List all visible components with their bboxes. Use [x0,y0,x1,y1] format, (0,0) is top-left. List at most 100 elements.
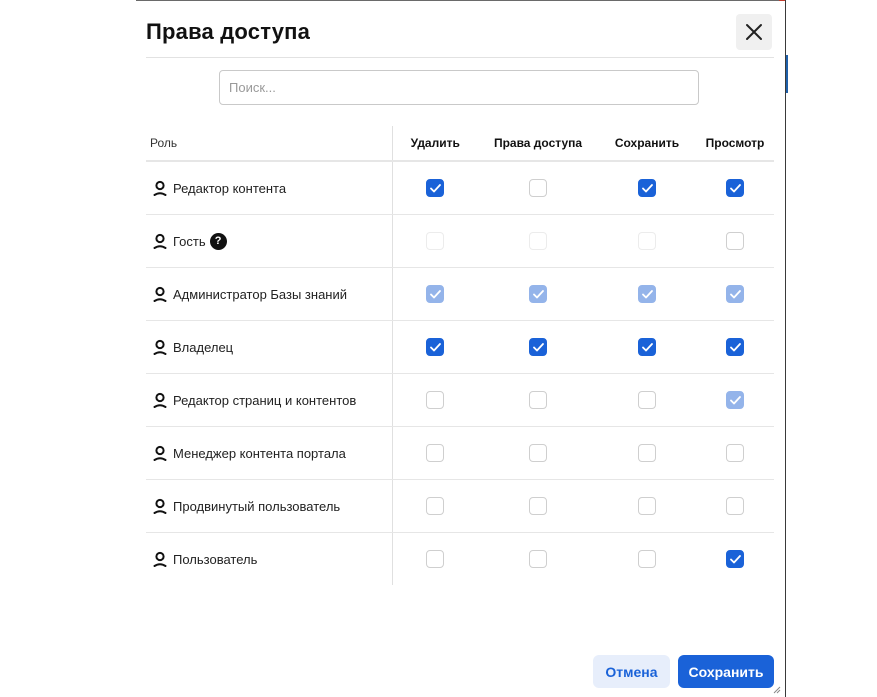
user-icon [153,498,167,514]
permission-cell-access [478,533,598,586]
header-divider [146,57,774,58]
checkbox-view[interactable] [726,496,744,515]
checkbox-view[interactable] [726,549,744,568]
permission-cell-delete [392,373,478,427]
checkbox-delete[interactable] [426,390,445,409]
checkbox-delete[interactable] [426,496,445,515]
checkbox-access[interactable] [529,549,547,568]
checkbox-delete[interactable] [426,337,445,356]
user-icon [153,339,167,355]
permission-cell-view [696,320,774,374]
permission-cell-delete [392,426,478,480]
permission-cell-view [696,479,774,533]
permission-cell-access [478,373,598,427]
checkbox-access[interactable] [529,337,547,356]
checkbox-delete[interactable] [426,178,445,197]
permission-cell-save [598,214,696,268]
role-label: Владелец [173,339,234,355]
permission-cell-access [478,214,598,268]
permission-cell-access [478,161,598,215]
role-label: Редактор страниц и контентов [173,392,357,408]
permission-cell-access [478,267,598,321]
user-icon [153,392,167,408]
role-cell: Редактор страниц и контентов [146,373,393,427]
checkbox-save[interactable] [638,337,656,356]
permission-cell-view [696,533,774,586]
checkbox-save[interactable] [638,549,656,568]
column-header-delete: Удалить [392,126,478,162]
checkbox-access[interactable] [529,390,547,409]
checkbox-save [638,284,656,303]
checkbox-view[interactable] [726,231,744,250]
column-header-access: Права доступа [478,126,598,162]
checkbox-access[interactable] [529,443,547,462]
checkbox-save[interactable] [638,178,656,197]
close-icon [746,24,762,40]
checkbox-save[interactable] [638,443,656,462]
checkbox-save[interactable] [638,390,656,409]
checkbox-delete[interactable] [426,549,445,568]
table-row: Гость? [146,214,774,268]
checkbox-access [529,231,547,250]
checkbox-access [529,284,547,303]
user-icon [153,286,167,302]
permission-cell-delete [392,214,478,268]
role-cell: Владелец [146,320,393,374]
cancel-button[interactable]: Отмена [593,655,670,688]
role-label: Администратор Базы знаний [173,286,348,302]
table-row: Продвинутый пользователь [146,479,774,533]
resize-handle-icon[interactable] [771,684,781,694]
permission-cell-view [696,214,774,268]
checkbox-delete [426,284,445,303]
role-cell: Продвинутый пользователь [146,479,393,533]
save-button[interactable]: Сохранить [678,655,774,688]
permissions-table: Роль Удалить Права доступа Сохранить Про… [146,126,774,585]
permission-cell-save [598,373,696,427]
close-button[interactable] [736,14,772,50]
table-row: Пользователь [146,532,774,586]
permission-cell-delete [392,479,478,533]
help-icon[interactable]: ? [209,232,227,250]
checkbox-access[interactable] [529,496,547,515]
table-row: Редактор контента [146,161,774,215]
permission-cell-delete [392,320,478,374]
column-header-view: Просмотр [696,126,774,162]
checkbox-view [726,390,744,409]
user-icon [153,233,167,249]
checkbox-access[interactable] [529,178,547,197]
permission-cell-view [696,267,774,321]
permission-cell-delete [392,533,478,586]
permission-cell-view [696,426,774,480]
role-label: Редактор контента [173,180,287,196]
permission-cell-delete [392,267,478,321]
table-row: Владелец [146,320,774,374]
permission-cell-access [478,320,598,374]
search-input[interactable] [219,70,699,105]
permission-cell-save [598,479,696,533]
background-window-accent-blue [786,55,788,93]
role-label: Гость [173,233,206,249]
checkbox-delete[interactable] [426,443,445,462]
column-header-save: Сохранить [598,126,696,162]
permission-cell-access [478,479,598,533]
role-label: Продвинутый пользователь [173,498,341,514]
checkbox-view[interactable] [726,443,744,462]
checkbox-save[interactable] [638,496,656,515]
role-cell: Менеджер контента портала [146,426,393,480]
permissions-dialog: Права доступа Роль Удалить Права доступа… [136,1,785,697]
role-label: Пользователь [173,551,258,567]
user-icon [153,445,167,461]
permission-cell-save [598,161,696,215]
role-cell: Редактор контента [146,161,393,215]
permission-cell-view [696,373,774,427]
permission-cell-save [598,267,696,321]
checkbox-delete [426,231,445,250]
background-window-border [785,0,786,697]
user-icon [153,551,167,567]
table-row: Редактор страниц и контентов [146,373,774,427]
column-header-role: Роль [146,126,393,162]
table-row: Администратор Базы знаний [146,267,774,321]
checkbox-view[interactable] [726,337,744,356]
role-cell: Пользователь [146,532,393,585]
checkbox-view[interactable] [726,178,744,197]
